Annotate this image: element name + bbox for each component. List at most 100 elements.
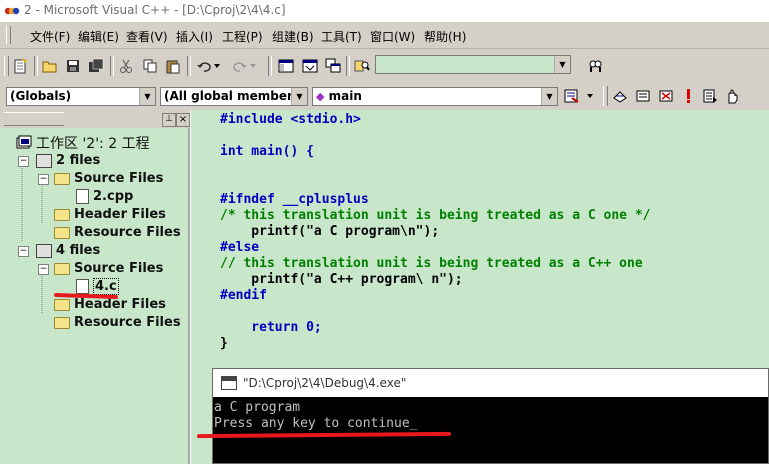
menu-tools[interactable]: 工具(T) — [321, 28, 362, 45]
stop-build-icon[interactable] — [656, 86, 676, 106]
toolbar-grip — [603, 86, 608, 106]
class-combo-value: (Globals) — [10, 89, 72, 103]
console-title-bar: "D:\Cproj\2\4\Debug\4.exe" — [213, 369, 768, 397]
console-title: "D:\Cproj\2\4\Debug\4.exe" — [243, 376, 407, 390]
folder-source-files[interactable]: Source Files — [54, 170, 163, 187]
console-line: a C program — [214, 400, 301, 415]
find-in-files-icon[interactable] — [352, 56, 372, 76]
project-label: 4 files — [56, 243, 101, 258]
redo-icon[interactable] — [230, 56, 250, 76]
code-line: // this translation unit is being treate… — [220, 256, 643, 271]
workspace-grip — [4, 112, 64, 126]
code-line: printf("a C program\n"); — [220, 224, 440, 239]
toolbar-separator — [187, 56, 191, 76]
wizard-action-icon[interactable] — [562, 86, 582, 106]
save-all-icon[interactable] — [86, 56, 106, 76]
save-icon[interactable] — [63, 56, 83, 76]
execute-icon[interactable] — [678, 86, 698, 106]
file-4-c[interactable]: 4.c — [76, 278, 119, 295]
folder-source-files[interactable]: Source Files — [54, 260, 163, 277]
console-icon — [221, 376, 237, 390]
workspace-close-icon[interactable]: × — [176, 113, 190, 127]
code-line: } — [220, 336, 228, 351]
menu-help[interactable]: 帮助(H) — [424, 28, 466, 45]
code-line: #ifndef __cplusplus — [220, 192, 369, 207]
file-icon — [76, 279, 89, 294]
menu-view[interactable]: 查看(V) — [126, 28, 168, 45]
toolbar-separator — [268, 56, 272, 76]
toolbar-separator — [34, 56, 38, 76]
app-icon — [4, 4, 20, 18]
output-window-icon[interactable] — [300, 56, 320, 76]
member-diamond-icon: ◆ — [316, 90, 325, 103]
menu-bar: 文件(F) 编辑(E) 查看(V) 插入(I) 工程(P) 组建(B) 工具(T… — [0, 22, 769, 49]
chevron-down-icon[interactable]: ▼ — [541, 88, 557, 105]
wizard-action-dropdown-icon[interactable] — [584, 86, 596, 106]
folder-label: Source Files — [74, 261, 164, 276]
workspace-window-icon[interactable] — [276, 56, 296, 76]
toolbar-separator — [346, 56, 350, 76]
folder-label: Resource Files — [74, 315, 181, 330]
code-editor[interactable]: #include <stdio.h> int main() { #ifndef … — [220, 110, 769, 370]
file-label: 2.cpp — [93, 189, 134, 204]
undo-icon[interactable] — [194, 56, 214, 76]
file-2-cpp[interactable]: 2.cpp — [76, 188, 133, 205]
code-line: /* this translation unit is being treate… — [220, 208, 651, 223]
new-file-icon[interactable] — [10, 56, 30, 76]
window-title: 2 - Microsoft Visual C++ - [D:\Cproj\2\4… — [24, 3, 286, 17]
file-icon — [76, 189, 89, 204]
code-line: printf("a C++ program\ n"); — [220, 272, 463, 287]
folder-resource-files[interactable]: Resource Files — [54, 314, 181, 331]
folder-label: Header Files — [74, 297, 166, 312]
class-combo[interactable]: (Globals) ▼ — [6, 87, 156, 106]
compile-icon[interactable] — [610, 86, 630, 106]
folder-label: Resource Files — [74, 225, 181, 240]
file-label: 4.c — [93, 278, 119, 295]
build-icon[interactable] — [633, 86, 653, 106]
member-combo[interactable]: ◆ main ▼ — [312, 87, 558, 106]
find-icon[interactable] — [585, 56, 605, 76]
menu-edit[interactable]: 编辑(E) — [78, 28, 119, 45]
wizard-bar: (Globals) ▼ (All global members ▼ ◆ main… — [0, 84, 769, 109]
go-icon[interactable] — [700, 86, 720, 106]
chevron-down-icon[interactable]: ▼ — [554, 56, 570, 73]
toolbar-separator — [110, 56, 114, 76]
menu-insert[interactable]: 插入(I) — [176, 28, 213, 45]
code-line: #include <stdio.h> — [220, 112, 361, 127]
cut-icon[interactable] — [116, 56, 136, 76]
redo-dropdown-icon[interactable] — [248, 56, 258, 76]
menu-build[interactable]: 组建(B) — [272, 28, 314, 45]
window-list-icon[interactable] — [323, 56, 343, 76]
standard-toolbar: ▼ — [0, 52, 769, 82]
copy-icon[interactable] — [140, 56, 160, 76]
folder-resource-files[interactable]: Resource Files — [54, 224, 181, 241]
workspace-header: ⊥ × — [0, 110, 190, 128]
filter-combo[interactable]: (All global members ▼ — [160, 87, 308, 106]
menu-window[interactable]: 窗口(W) — [370, 28, 415, 45]
hand-breakpoint-icon[interactable] — [722, 86, 742, 106]
chevron-down-icon[interactable]: ▼ — [291, 88, 307, 105]
code-line: return 0; — [220, 320, 322, 335]
title-bar: 2 - Microsoft Visual C++ - [D:\Cproj\2\4… — [0, 0, 769, 22]
member-combo-value: main — [328, 89, 362, 103]
code-line: #else — [220, 240, 260, 255]
workspace-collapse-icon[interactable]: ⊥ — [162, 113, 176, 127]
menu-file[interactable]: 文件(F) — [30, 28, 70, 45]
code-line: int main() { — [220, 144, 314, 159]
console-line: Press any key to continue_ — [214, 416, 418, 431]
console-window[interactable]: "D:\Cproj\2\4\Debug\4.exe" a C program P… — [212, 368, 769, 464]
workspace-tree: 工作区 '2': 2 工程 − 2 files − Source Files 2… — [0, 128, 190, 464]
undo-dropdown-icon[interactable] — [212, 56, 222, 76]
folder-header-files[interactable]: Header Files — [54, 206, 166, 223]
paste-icon[interactable] — [163, 56, 183, 76]
menu-grip — [6, 26, 11, 44]
find-combo[interactable]: ▼ — [375, 55, 571, 74]
folder-label: Header Files — [74, 207, 166, 222]
menu-project[interactable]: 工程(P) — [222, 28, 263, 45]
filter-combo-value: (All global members — [164, 89, 301, 103]
tree-lines — [21, 166, 43, 314]
project-label: 2 files — [56, 153, 101, 168]
folder-label: Source Files — [74, 171, 164, 186]
open-folder-icon[interactable] — [40, 56, 60, 76]
chevron-down-icon[interactable]: ▼ — [139, 88, 155, 105]
